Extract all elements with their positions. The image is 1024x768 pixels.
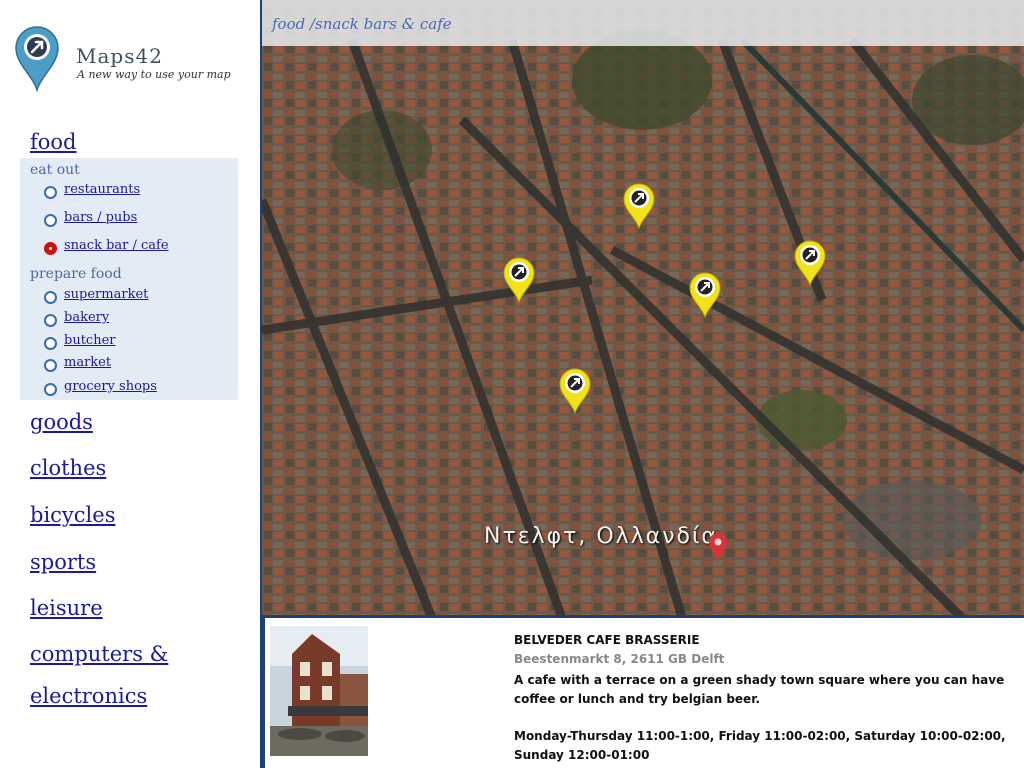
map-location-caption: Ντελφτ, Ολλανδία	[484, 524, 718, 549]
subcategory-label: bakery	[64, 310, 110, 325]
category-electronics[interactable]: electronics	[30, 684, 147, 708]
location-marker-icon	[709, 533, 727, 561]
place-name: BELVEDER CAFE BRASSERIE	[514, 633, 700, 647]
map-pin-icon[interactable]	[558, 367, 592, 415]
subcategory-bakery[interactable]: bakery	[44, 310, 110, 327]
category-leisure[interactable]: leisure	[30, 596, 103, 620]
subcategory-supermarket[interactable]: supermarket	[44, 287, 149, 304]
place-opening-hours: Monday-Thursday 11:00-1:00, Friday 11:00…	[514, 729, 1006, 762]
brand-name: Maps42	[76, 44, 163, 68]
map-title-bar: food /snack bars & cafe	[262, 0, 1024, 46]
radio-icon[interactable]	[44, 337, 57, 350]
subcategory-label: snack bar / cafe	[64, 238, 169, 253]
map-pin-icon[interactable]	[502, 256, 536, 304]
subcategory-bars-pubs[interactable]: bars / pubs	[44, 210, 138, 227]
sidebar: Maps42 A new way to use your map food ea…	[0, 0, 262, 768]
map-pin-icon[interactable]	[688, 271, 722, 319]
place-photo	[270, 626, 368, 756]
category-food[interactable]: food	[30, 130, 77, 154]
logo-pin-icon	[15, 26, 59, 92]
group-label-prepare-food: prepare food	[30, 266, 122, 282]
food-subcategory-panel: eat out restaurants bars / pubs snack ba…	[20, 158, 238, 400]
radio-icon[interactable]	[44, 291, 57, 304]
divider	[262, 618, 265, 768]
place-address: Beestenmarkt 8, 2611 GB Delft	[514, 652, 725, 666]
subcategory-label: butcher	[64, 333, 116, 348]
satellite-map[interactable]: food /snack bars & cafe Ντελφτ, Ολλανδία	[262, 0, 1024, 618]
radio-icon[interactable]	[44, 186, 57, 199]
radio-icon[interactable]	[44, 314, 57, 327]
subcategory-grocery-shops[interactable]: grocery shops	[44, 379, 157, 396]
radio-icon[interactable]	[44, 359, 57, 372]
subcategory-label: bars / pubs	[64, 210, 138, 225]
brand-tagline: A new way to use your map	[77, 68, 231, 81]
category-sports[interactable]: sports	[30, 550, 96, 574]
subcategory-label: restaurants	[64, 182, 141, 197]
place-description: A cafe with a terrace on a green shady t…	[514, 673, 1005, 706]
group-label-eat-out: eat out	[30, 162, 80, 178]
radio-selected-icon[interactable]	[44, 242, 57, 255]
category-clothes[interactable]: clothes	[30, 456, 106, 480]
category-computers[interactable]: computers &	[30, 642, 168, 666]
subcategory-market[interactable]: market	[44, 355, 112, 372]
category-goods[interactable]: goods	[30, 410, 93, 434]
subcategory-restaurants[interactable]: restaurants	[44, 182, 141, 199]
category-bicycles[interactable]: bicycles	[30, 503, 115, 527]
subcategory-label: supermarket	[64, 287, 149, 302]
subcategory-butcher[interactable]: butcher	[44, 333, 116, 350]
map-title: food /snack bars & cafe	[272, 15, 452, 33]
subcategory-label: market	[64, 355, 112, 370]
subcategory-snack-bar-cafe[interactable]: snack bar / cafe	[44, 238, 169, 255]
radio-icon[interactable]	[44, 214, 57, 227]
map-pin-icon[interactable]	[793, 239, 827, 287]
subcategory-label: grocery shops	[64, 379, 157, 394]
map-pin-icon[interactable]	[622, 182, 656, 230]
radio-icon[interactable]	[44, 383, 57, 396]
place-info-panel: BELVEDER CAFE BRASSERIE Beestenmarkt 8, …	[262, 618, 1024, 768]
